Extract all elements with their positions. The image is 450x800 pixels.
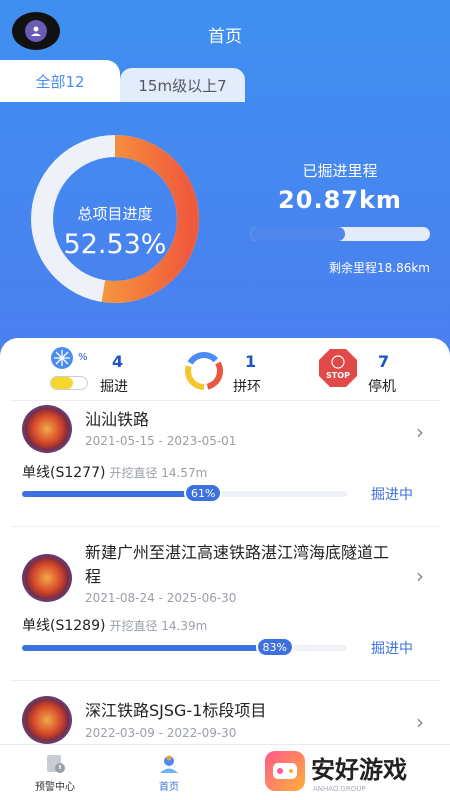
project-card: % 4 掘进 1 拼环 STOP 7 停机 汕汕铁路 2021-05-15 - [0, 338, 450, 758]
nav-alert-center[interactable]: 预警中心 [20, 753, 90, 793]
nav-home[interactable]: 首页 [134, 753, 204, 793]
tunneling-icon [51, 347, 73, 369]
project-date: 2021-08-24 - 2025-06-30 [85, 591, 237, 605]
project-progress-badge: 61% [184, 483, 223, 503]
chevron-right-icon[interactable]: › [416, 710, 424, 734]
watermark-sub: ANHAO.GROUP [313, 784, 366, 793]
watermark-text: 安好游戏 [311, 755, 407, 784]
stat-ring-assembly[interactable]: 1 拼环 [183, 346, 283, 396]
toggle-icon [50, 376, 88, 390]
chevron-right-icon[interactable]: › [416, 564, 424, 588]
hero-header: 首页 全部12 15m级以上7 总项目进度 52.53% 已掘进里程 20.87… [0, 0, 450, 360]
project-icon [22, 405, 72, 453]
project-status: 掘进中 [371, 487, 413, 503]
alert-center-icon [47, 755, 65, 773]
mileage-value: 20.87km [278, 186, 402, 214]
stat-ring-assembly-label: 拼环 [233, 379, 261, 395]
project-progress-badge: 83% [255, 637, 294, 657]
project-name: 新建广州至湛江高速铁路湛江湾海底隧道工程 [85, 543, 390, 586]
project-name: 汕汕铁路 [85, 410, 150, 429]
remaining-mileage: 剩余里程18.86km [329, 261, 430, 275]
mileage-progress-bar [250, 227, 430, 241]
project-diameter: 开挖直径 14.57m [109, 466, 208, 480]
stat-ring-assembly-count: 1 [245, 352, 257, 371]
nav-home-label: 首页 [159, 782, 179, 793]
project-icon [22, 696, 72, 744]
project-line-info: 单线(S1277) 开挖直径 14.57m [22, 462, 207, 482]
percent-icon: % [78, 352, 88, 363]
project-icon [22, 554, 72, 602]
stat-stopped-count: 7 [378, 352, 390, 371]
divider [10, 680, 440, 681]
divider [10, 526, 440, 527]
mileage-label: 已掘进里程 [302, 162, 378, 180]
project-progress-fill [22, 645, 292, 651]
watermark-logo-icon [265, 751, 305, 791]
chevron-right-icon[interactable]: › [416, 420, 424, 444]
stat-tunneling-count: 4 [112, 352, 124, 371]
stat-tunneling-label: 掘进 [100, 379, 128, 395]
stop-icon-text: STOP [326, 371, 350, 380]
progress-ring: 总项目进度 52.53% [15, 133, 215, 305]
stat-stopped[interactable]: STOP 7 停机 [318, 346, 428, 396]
stop-icon: STOP [318, 348, 358, 388]
stat-stopped-label: 停机 [368, 379, 396, 395]
project-line: 单线(S1289) [22, 618, 106, 634]
project-name: 深江铁路SJSG-1标段项目 [85, 701, 267, 720]
project-date: 2021-05-15 - 2023-05-01 [85, 434, 237, 448]
page-title: 首页 [208, 27, 242, 47]
mileage-progress-fill [250, 227, 346, 241]
project-diameter: 开挖直径 14.39m [109, 619, 208, 633]
project-progress-bar: 83% [22, 637, 347, 657]
nav-alert-center-label: 预警中心 [35, 782, 75, 793]
tab-15m-plus[interactable]: 15m级以上7 [120, 68, 245, 102]
tab-bar: 全部12 15m级以上7 [0, 60, 450, 102]
stat-tunneling[interactable]: % 4 掘进 [50, 346, 150, 396]
project-date: 2022-03-09 - 2022-09-30 [85, 726, 237, 740]
ring-assembly-icon [185, 352, 223, 390]
project-item[interactable]: 新建广州至湛江高速铁路湛江湾海底隧道工程 2021-08-24 - 2025-0… [0, 536, 450, 676]
progress-value: 52.53% [63, 229, 167, 260]
project-progress-bar: 61% [22, 483, 347, 503]
project-item[interactable]: 汕汕铁路 2021-05-15 - 2023-05-01 › 单线(S1277)… [0, 400, 450, 530]
progress-label: 总项目进度 [77, 205, 153, 223]
project-line: 单线(S1277) [22, 465, 106, 481]
home-icon [160, 755, 178, 773]
tab-all[interactable]: 全部12 [0, 60, 120, 102]
watermark: 安好游戏 ANHAO.GROUP [265, 742, 450, 800]
project-line-info: 单线(S1289) 开挖直径 14.39m [22, 615, 207, 635]
project-status: 掘进中 [371, 641, 413, 657]
